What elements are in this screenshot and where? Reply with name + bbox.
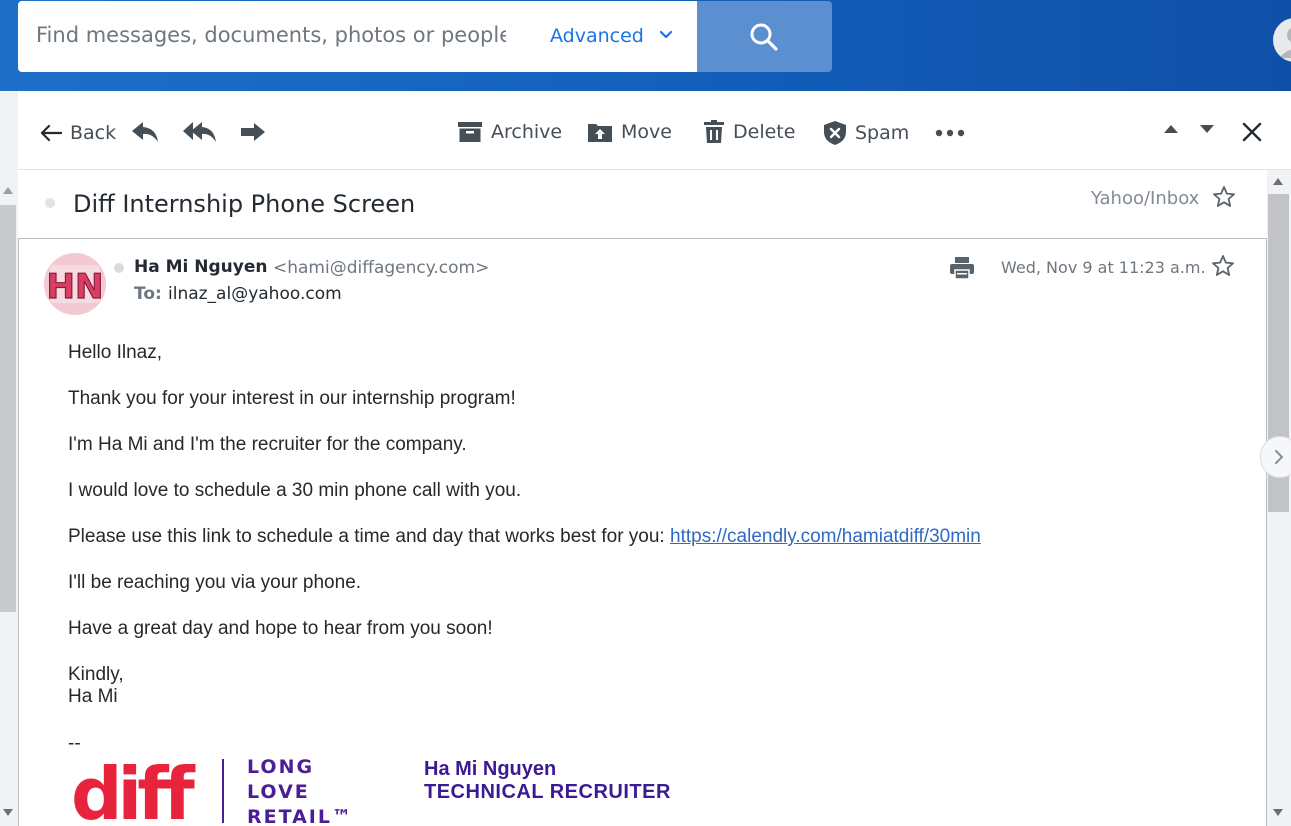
signature-tagline: LONG LOVE RETAIL™ xyxy=(247,755,353,826)
search-input[interactable] xyxy=(36,23,506,47)
svg-text:HN: HN xyxy=(47,267,104,307)
star-icon[interactable] xyxy=(1212,185,1236,209)
advanced-search-button[interactable]: Advanced xyxy=(550,25,644,47)
reply-button[interactable] xyxy=(131,121,159,143)
archive-icon xyxy=(458,122,482,142)
message-card: HN Ha Mi Nguyen <hami@diffagency.com> To… xyxy=(18,238,1267,826)
spam-button[interactable]: Spam xyxy=(823,120,909,146)
more-button[interactable] xyxy=(935,129,965,137)
signature-separator: -- xyxy=(68,733,81,754)
back-button[interactable]: Back xyxy=(40,122,116,144)
delete-label: Delete xyxy=(733,121,796,143)
reply-icon xyxy=(132,122,158,142)
next-message-button[interactable] xyxy=(1199,124,1215,134)
subject-row: Diff Internship Phone Screen Yahoo/Inbox xyxy=(18,170,1267,238)
move-label: Move xyxy=(621,121,672,143)
signature-title: TECHNICAL RECRUITER xyxy=(424,781,671,803)
calendly-link[interactable]: https://calendly.com/hamiatdiff/30min xyxy=(670,526,981,547)
body-line-3: I would love to schedule a 30 min phone … xyxy=(68,480,522,501)
diff-logo-text: diff xyxy=(71,757,196,825)
left-scroll-down[interactable] xyxy=(3,809,13,816)
unread-dot[interactable] xyxy=(45,198,55,208)
close-icon xyxy=(1242,122,1262,142)
tagline-line-2: LOVE xyxy=(247,781,310,803)
delete-icon xyxy=(704,120,724,143)
right-scroll-down[interactable] xyxy=(1273,809,1283,816)
body-line-2: I'm Ha Mi and I'm the recruiter for the … xyxy=(68,434,467,455)
signature-divider xyxy=(222,759,224,823)
close-button[interactable] xyxy=(1242,122,1262,142)
body-closing: Kindly, xyxy=(68,664,124,685)
profile-avatar[interactable] xyxy=(1273,18,1291,62)
move-icon xyxy=(588,124,612,142)
message-subject: Diff Internship Phone Screen xyxy=(73,190,416,218)
reply-all-icon xyxy=(183,122,216,142)
body-greeting: Hello Ilnaz, xyxy=(68,342,162,363)
tagline-line-3: RETAIL™ xyxy=(247,806,353,826)
body-closing-name: Ha Mi xyxy=(68,686,118,707)
sender-avatar[interactable]: HN xyxy=(44,253,106,315)
recipient-email[interactable]: ilnaz_al@yahoo.com xyxy=(168,284,342,304)
spam-label: Spam xyxy=(855,122,910,144)
delete-button[interactable]: Delete xyxy=(703,120,795,144)
diff-logo: diff xyxy=(71,757,201,825)
search-icon xyxy=(750,23,778,51)
to-label: To: xyxy=(134,284,162,304)
previous-message-button[interactable] xyxy=(1163,124,1179,134)
search-button[interactable] xyxy=(697,1,832,72)
next-message-side-button[interactable] xyxy=(1260,436,1291,478)
previous-message-icon xyxy=(1164,125,1178,133)
print-icon[interactable] xyxy=(949,256,975,280)
back-label: Back xyxy=(70,122,117,144)
right-scroll-up[interactable] xyxy=(1273,178,1283,185)
message-date: Wed, Nov 9 at 11:23 a.m. xyxy=(1001,258,1206,277)
body-line-5: I'll be reaching you via your phone. xyxy=(68,572,362,593)
archive-button[interactable]: Archive xyxy=(457,121,562,143)
search-box: Advanced xyxy=(18,1,697,72)
reply-all-button[interactable] xyxy=(183,121,217,143)
signature-name: Ha Mi Nguyen xyxy=(424,758,557,780)
sender-name[interactable]: Ha Mi Nguyen xyxy=(134,257,268,277)
body-line-4: Please use this link to schedule a time … xyxy=(68,526,981,548)
more-icon xyxy=(935,129,965,137)
body-line-6: Have a great day and hope to hear from y… xyxy=(68,618,493,639)
tagline-line-1: LONG xyxy=(247,756,315,778)
archive-label: Archive xyxy=(491,121,563,143)
left-scroll-up[interactable] xyxy=(3,187,13,194)
message-toolbar: Back Archive Move Delete Spam xyxy=(18,91,1291,170)
chevron-down-icon[interactable] xyxy=(658,27,674,43)
spam-icon xyxy=(824,121,846,145)
left-scroll-thumb[interactable] xyxy=(0,205,16,612)
back-arrow-icon xyxy=(40,124,62,142)
star-icon[interactable] xyxy=(1211,254,1235,278)
body-line-1: Thank you for your interest in our inter… xyxy=(68,388,516,409)
forward-button[interactable] xyxy=(240,122,266,142)
move-button[interactable]: Move xyxy=(587,121,672,143)
body-line-4-text: Please use this link to schedule a time … xyxy=(68,526,670,547)
sender-email[interactable]: <hami@diffagency.com> xyxy=(273,258,489,278)
chevron-right-icon xyxy=(1275,450,1283,464)
forward-icon xyxy=(241,123,265,141)
header-bar: Advanced xyxy=(0,0,1291,91)
presence-indicator xyxy=(114,263,124,273)
folder-label[interactable]: Yahoo/Inbox xyxy=(1091,188,1199,209)
next-message-icon xyxy=(1200,125,1214,133)
